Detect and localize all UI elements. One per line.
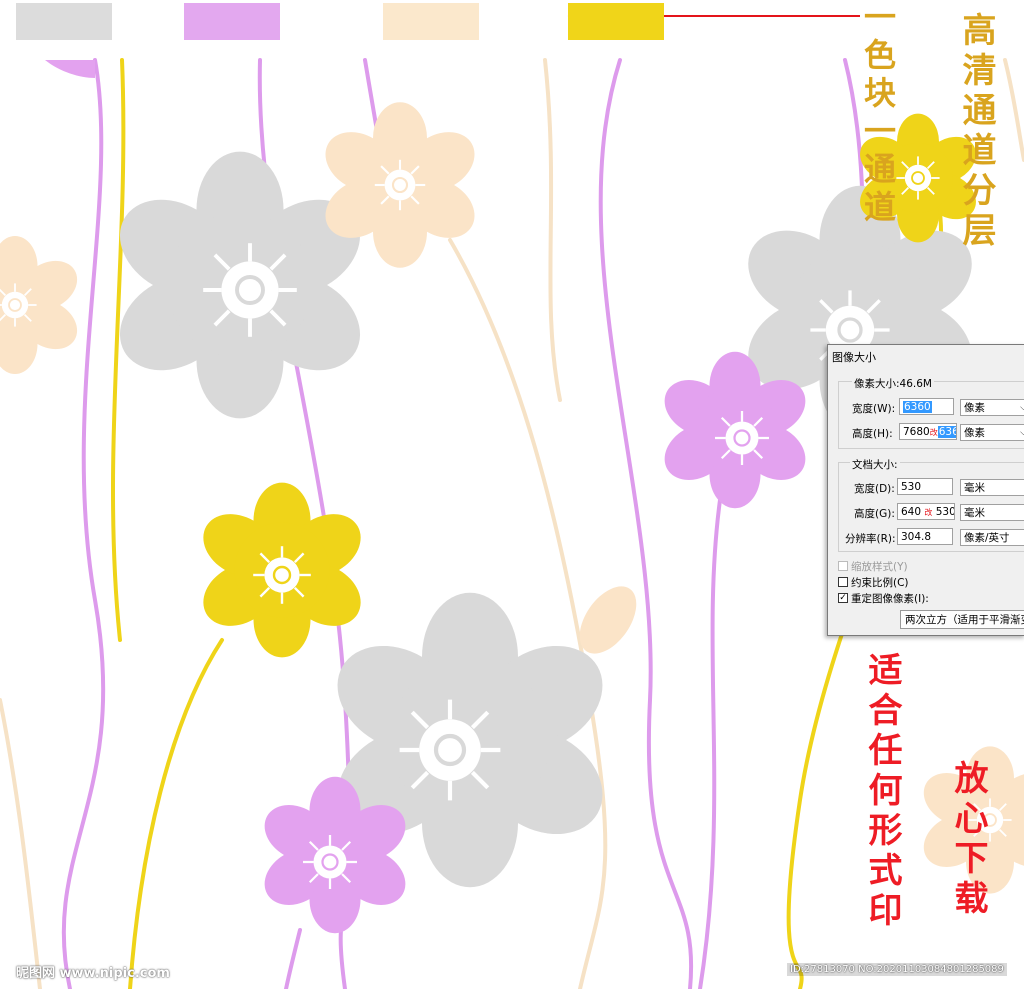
- resample-checkbox[interactable]: ✓: [838, 593, 848, 603]
- constrain-checkbox[interactable]: [838, 577, 848, 587]
- image-size-dialog: 图像大小 像素大小:46.6M 宽度(W): 6360 像素 ⌵ 高度(H): 7…: [827, 344, 1024, 636]
- chevron-down-icon: ⌵: [1020, 425, 1024, 440]
- doc-height-label: 高度(G):: [854, 508, 895, 520]
- doc-height-change-mark: 改: [924, 508, 933, 517]
- swatch-violet: [184, 3, 280, 40]
- annotation-any-print: 适合任何形式印: [862, 652, 902, 932]
- height-old: 7680: [903, 426, 930, 438]
- chevron-down-icon: ⌵: [1020, 400, 1024, 415]
- width-unit-select[interactable]: 像素 ⌵: [960, 399, 1024, 416]
- pixel-size-label: 像素大小:46.6M: [852, 376, 934, 391]
- doc-height-unit: 毫米: [964, 507, 985, 519]
- doc-height-value: 530: [935, 506, 955, 518]
- scale-styles-checkbox[interactable]: [838, 561, 848, 571]
- width-unit: 像素: [964, 402, 985, 414]
- resample-label: 重定图像像素(I):: [851, 593, 929, 605]
- resolution-input[interactable]: 304.8: [897, 528, 953, 545]
- annotation-hd-channels: 高清通道分层: [956, 12, 996, 252]
- doc-width-input[interactable]: 530: [897, 478, 953, 495]
- swatch-yellow: [568, 3, 664, 40]
- resolution-unit-select[interactable]: 像素/英寸: [960, 529, 1024, 546]
- height-unit-select[interactable]: 像素 ⌵: [960, 424, 1024, 441]
- annotation-download: 放心下载: [948, 760, 988, 920]
- doc-width-unit-select[interactable]: 毫米: [960, 479, 1024, 496]
- doc-height-input[interactable]: 640 改 530: [897, 503, 955, 520]
- annotation-color-block: 一色块一通道: [859, 0, 897, 228]
- id-watermark: ID:27813070 NO:20201103084801285089: [787, 963, 1007, 976]
- swatch-cream: [383, 3, 479, 40]
- resolution-label: 分辨率(R):: [845, 533, 896, 545]
- doc-size-label: 文档大小:: [850, 457, 900, 472]
- resample-method-select[interactable]: 两次立方（适用于平滑渐变: [900, 610, 1024, 629]
- resolution-unit: 像素/英寸: [964, 532, 1010, 544]
- height-label: 高度(H):: [852, 428, 893, 440]
- height-unit: 像素: [964, 427, 985, 439]
- dialog-title: 图像大小: [832, 351, 876, 364]
- height-input[interactable]: 7680改6360: [899, 423, 957, 440]
- height-value: 6360: [937, 426, 956, 438]
- width-label: 宽度(W):: [852, 403, 896, 415]
- height-change-mark: 改: [929, 428, 938, 437]
- site-watermark: 昵图网 www.nipic.com: [16, 966, 170, 981]
- doc-width-unit: 毫米: [964, 482, 985, 494]
- swatch-gray: [16, 3, 112, 40]
- doc-height-unit-select[interactable]: 毫米: [960, 504, 1024, 521]
- width-value: 6360: [903, 401, 932, 413]
- doc-width-label: 宽度(D):: [854, 483, 895, 495]
- width-input[interactable]: 6360: [899, 398, 954, 415]
- doc-height-old: 640: [901, 506, 922, 518]
- constrain-label: 约束比例(C): [851, 577, 909, 589]
- scale-styles-label: 缩放样式(Y): [851, 561, 908, 573]
